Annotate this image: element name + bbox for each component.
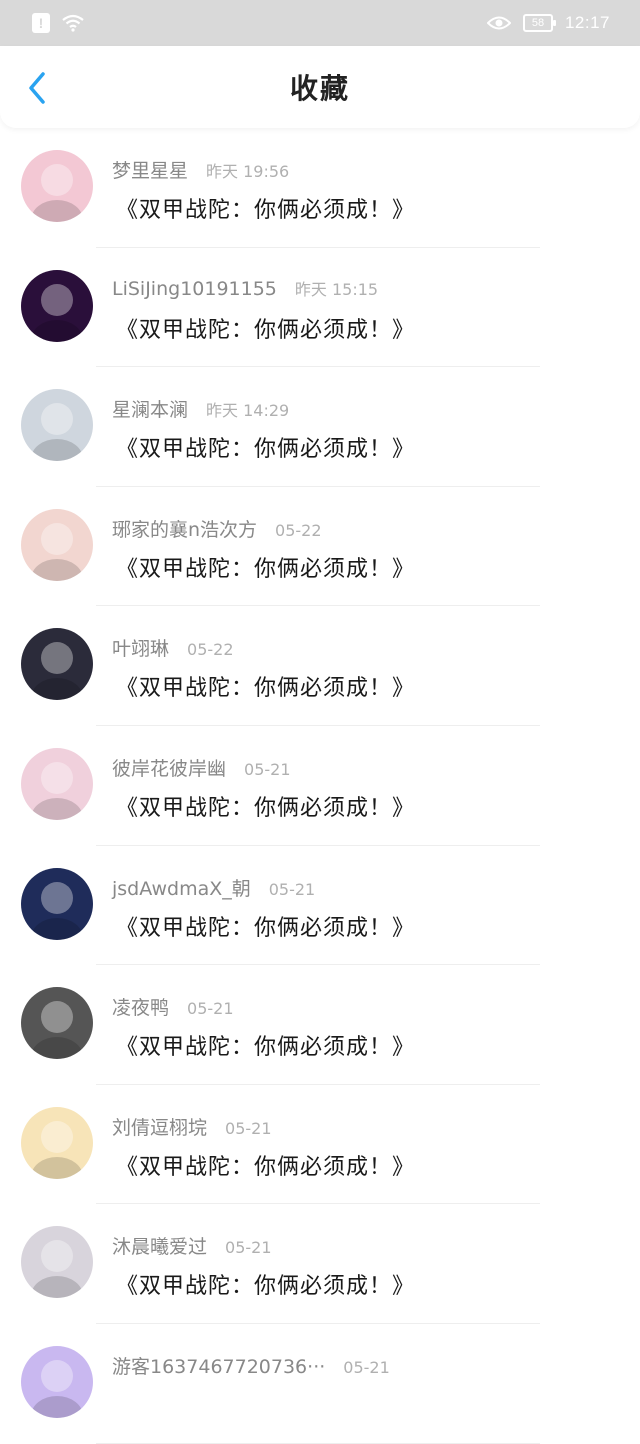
avatar-image [21,1345,93,1418]
list-item[interactable]: jsdAwdmaX_朝 05-21 《双甲战陀：你俩必须成！》 [0,846,640,966]
username[interactable]: jsdAwdmaX_朝 [112,874,251,901]
username[interactable]: 沐晨曦爱过 [112,1232,207,1259]
battery-icon: 58 [522,14,556,32]
favorite-title[interactable]: 《双甲战陀：你俩必须成！》 [116,431,415,463]
timestamp: 昨天 14:29 [206,401,290,421]
item-meta: jsdAwdmaX_朝 05-21 [112,874,315,901]
list-item[interactable]: LiSiJing10191155 昨天 15:15 《双甲战陀：你俩必须成！》 [0,248,640,368]
username[interactable]: LiSiJing10191155 [112,278,277,300]
list-item[interactable]: 星澜本澜 昨天 14:29 《双甲战陀：你俩必须成！》 [0,367,640,487]
avatar[interactable] [21,1345,93,1418]
username[interactable]: 彼岸花彼岸幽 [112,754,226,781]
avatar[interactable] [21,150,93,222]
status-bar-right: 58 12:17 [486,13,610,33]
avatar-image [21,1106,93,1179]
item-meta: 梦里星星 昨天 19:56 [112,156,289,183]
avatar-image [21,269,93,342]
list-item[interactable]: 游客1637467720736··· 05-21 [0,1324,640,1444]
avatar[interactable] [21,867,93,940]
status-bar-left: ! [32,13,84,33]
avatar[interactable] [21,628,93,701]
timestamp: 05-21 [244,759,291,779]
item-meta: 刘倩逗栩垸 05-21 [112,1113,272,1140]
avatar-image [21,987,93,1060]
username[interactable]: 刘倩逗栩垸 [112,1113,207,1140]
status-bar: ! 58 12:17 [0,0,640,46]
eye-icon [486,16,511,30]
avatar-image [21,150,93,222]
favorite-title[interactable]: 《双甲战陀：你俩必须成！》 [116,1029,415,1061]
favorite-title[interactable]: 《双甲战陀：你俩必须成！》 [116,312,415,344]
timestamp: 05-21 [343,1357,390,1377]
timestamp: 05-21 [225,1118,272,1138]
wifi-icon [62,14,84,32]
notification-icon: ! [32,13,50,33]
avatar[interactable] [21,269,93,342]
timestamp: 05-22 [187,640,234,660]
list-item[interactable]: 琊家的襄n浩次方 05-22 《双甲战陀：你俩必须成！》 [0,487,640,607]
header: 收藏 [0,46,640,128]
favorite-title[interactable]: 《双甲战陀：你俩必须成！》 [116,670,415,702]
list-item[interactable]: 彼岸花彼岸幽 05-21 《双甲战陀：你俩必须成！》 [0,726,640,846]
username[interactable]: 叶翊琳 [112,634,169,661]
timestamp: 05-21 [268,879,316,899]
list-item[interactable]: 凌夜鸭 05-21 《双甲战陀：你俩必须成！》 [0,965,640,1085]
timestamp: 昨天 15:15 [294,279,379,299]
avatar[interactable] [21,1226,93,1299]
list-item[interactable]: 梦里星星 昨天 19:56 《双甲战陀：你俩必须成！》 [0,128,640,248]
chevron-left-icon [29,72,45,104]
list-item[interactable]: 沐晨曦爱过 05-21 《双甲战陀：你俩必须成！》 [0,1204,640,1324]
item-meta: 沐晨曦爱过 05-21 [112,1232,272,1259]
status-time: 12:17 [564,13,610,32]
avatar-image [21,508,93,581]
timestamp: 05-21 [187,999,234,1019]
item-meta: 叶翊琳 05-22 [112,634,234,661]
item-meta: LiSiJing10191155 昨天 15:15 [112,276,378,300]
favorite-title[interactable]: 《双甲战陀：你俩必须成！》 [116,1268,415,1300]
avatar[interactable] [21,987,93,1060]
avatar-image [21,747,93,820]
divider [96,1442,540,1444]
avatar-image [21,1226,93,1299]
back-button[interactable] [22,70,52,106]
favorite-title[interactable]: 《双甲战陀：你俩必须成！》 [116,910,415,942]
timestamp: 05-22 [275,520,322,540]
item-meta: 星澜本澜 昨天 14:29 [112,395,289,422]
username[interactable]: 凌夜鸭 [112,993,169,1020]
item-meta: 琊家的襄n浩次方 05-22 [112,515,322,542]
username[interactable]: 游客1637467720736··· [112,1352,325,1379]
avatar-image [21,389,93,462]
avatar[interactable] [21,508,93,581]
avatar-image [21,628,93,701]
list-item[interactable]: 叶翊琳 05-22 《双甲战陀：你俩必须成！》 [0,606,640,726]
username[interactable]: 星澜本澜 [112,395,188,422]
avatar[interactable] [21,1106,93,1179]
favorite-title[interactable]: 《双甲战陀：你俩必须成！》 [116,192,415,224]
username[interactable]: 琊家的襄n浩次方 [112,515,257,542]
avatar[interactable] [21,389,93,462]
favorite-title[interactable]: 《双甲战陀：你俩必须成！》 [116,551,415,583]
avatar-image [21,867,93,940]
item-meta: 彼岸花彼岸幽 05-21 [112,754,291,781]
avatar[interactable] [21,747,93,820]
username[interactable]: 梦里星星 [112,156,188,183]
page-title: 收藏 [289,72,350,105]
favorite-title[interactable]: 《双甲战陀：你俩必须成！》 [116,790,415,822]
item-meta: 游客1637467720736··· 05-21 [112,1352,390,1379]
favorites-list: 梦里星星 昨天 19:56 《双甲战陀：你俩必须成！》 LiSiJing1019115… [0,128,640,1444]
timestamp: 05-21 [225,1238,272,1258]
list-item[interactable]: 刘倩逗栩垸 05-21 《双甲战陀：你俩必须成！》 [0,1085,640,1205]
favorite-title[interactable]: 《双甲战陀：你俩必须成！》 [116,1149,415,1181]
item-meta: 凌夜鸭 05-21 [112,993,234,1020]
timestamp: 昨天 19:56 [206,162,290,181]
